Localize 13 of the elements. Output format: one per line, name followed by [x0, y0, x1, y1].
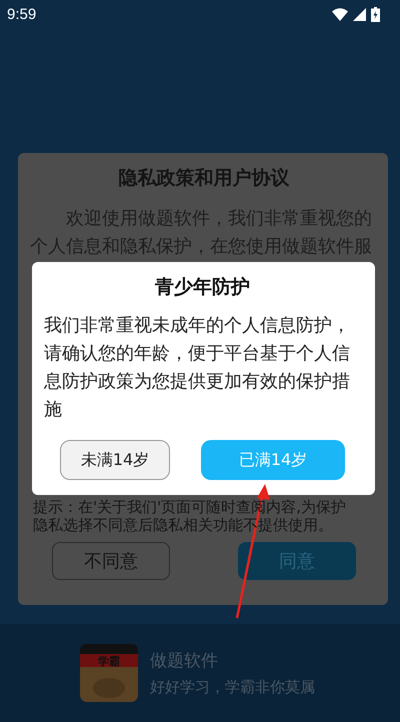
battery-icon: [371, 6, 380, 22]
dialog-button[interactable]: 不同意: [52, 542, 170, 580]
app-name: 做题软件: [150, 650, 219, 672]
age-button[interactable]: 未满14岁: [60, 440, 170, 480]
dialog-title: 隐私政策和用户协议: [118, 166, 290, 191]
wifi-icon: [332, 8, 348, 20]
app-slogan: 好好学习，学霸非你莫属: [150, 678, 315, 697]
app-icon: 学霸: [80, 644, 138, 702]
status-time: 9:59: [7, 6, 36, 22]
dialog-title: 青少年防护: [154, 275, 251, 300]
dialog-message: 我们非常重视未成年的个人信息防护，请确认您的年龄，便于平台基于个人信息防护政策为您提供更加有效的保护措施: [44, 314, 351, 422]
signal-icon: [353, 8, 366, 20]
age-button[interactable]: 已满14岁: [201, 440, 345, 480]
